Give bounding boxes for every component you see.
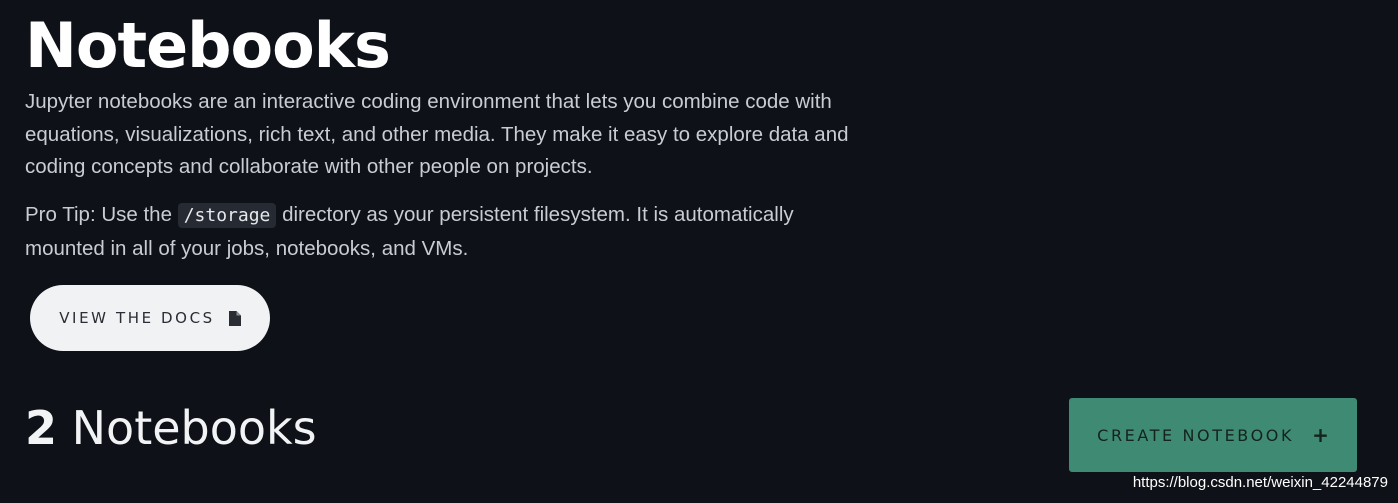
view-docs-label: VIEW THE DOCS (59, 309, 215, 327)
notebooks-count-label: Notebooks (57, 401, 317, 455)
plus-icon: + (1312, 423, 1329, 447)
page-title: Notebooks (25, 9, 391, 82)
pro-tip: Pro Tip: Use the /storage directory as y… (25, 198, 875, 265)
pro-tip-prefix: Pro Tip: Use the (25, 203, 178, 226)
create-notebook-label: CREATE NOTEBOOK (1097, 425, 1295, 445)
view-docs-button[interactable]: VIEW THE DOCS (30, 285, 270, 351)
intro-text: Jupyter notebooks are an interactive cod… (25, 90, 849, 178)
notebooks-count-heading: 2 Notebooks (25, 397, 317, 459)
notebooks-count: 2 (25, 401, 58, 455)
create-notebook-button[interactable]: CREATE NOTEBOOK + (1069, 398, 1357, 472)
watermark-url: https://blog.csdn.net/weixin_42244879 (1132, 474, 1388, 491)
storage-path-code: /storage (177, 203, 277, 228)
file-icon (228, 310, 241, 326)
